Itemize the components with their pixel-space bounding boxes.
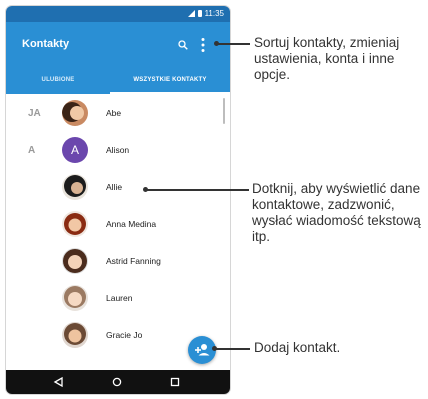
callout-add: Dodaj kontakt.: [254, 340, 341, 355]
battery-icon: [197, 10, 202, 17]
callout-line-add: [214, 348, 250, 350]
signal-icon: [187, 10, 195, 17]
page-title: Kontakty: [22, 38, 70, 50]
contact-row[interactable]: Astrid Fanning: [6, 243, 230, 279]
contact-list[interactable]: JA A Abe A Alison Allie Anna Medina Astr…: [6, 94, 230, 370]
tab-favorites[interactable]: ULUBIONE: [6, 66, 110, 94]
search-icon[interactable]: [178, 40, 188, 50]
avatar: [62, 322, 88, 348]
contact-row[interactable]: A Alison: [6, 132, 230, 168]
status-time: 11:35: [204, 9, 224, 18]
callout-menu: Sortuj kontakty, zmieniaj ustawienia, ko…: [254, 35, 400, 82]
scrollbar[interactable]: [223, 98, 225, 124]
home-icon[interactable]: [110, 375, 124, 389]
contact-name: Anna Medina: [106, 219, 157, 229]
phone-screen: 11:35 Kontakty ULUBIONE WSZYSTKIE KONTAK…: [6, 6, 230, 394]
contact-row[interactable]: Abe: [6, 95, 230, 131]
recent-apps-icon[interactable]: [168, 375, 182, 389]
contact-row[interactable]: Lauren: [6, 280, 230, 316]
avatar: [62, 211, 88, 237]
contact-row[interactable]: Allie: [6, 169, 230, 205]
status-bar: 11:35: [6, 6, 230, 22]
contact-name: Abe: [106, 108, 122, 118]
contact-name: Alison: [106, 145, 130, 155]
back-icon[interactable]: [52, 375, 66, 389]
tab-bar: ULUBIONE WSZYSTKIE KONTAKTY: [6, 66, 230, 94]
avatar: [62, 248, 88, 274]
callout-line-menu: [216, 43, 250, 45]
contact-name: Allie: [106, 182, 123, 192]
contact-name: Astrid Fanning: [106, 256, 161, 266]
more-options-icon[interactable]: [200, 37, 206, 53]
app-bar: Kontakty: [6, 22, 230, 66]
avatar: [62, 174, 88, 200]
navigation-bar: [6, 370, 230, 394]
tab-all-contacts[interactable]: WSZYSTKIE KONTAKTY: [110, 66, 230, 94]
avatar: A: [62, 137, 88, 163]
callout-line-contact: [145, 189, 249, 191]
contact-name: Lauren: [106, 293, 133, 303]
contact-row[interactable]: Anna Medina: [6, 206, 230, 242]
contact-name: Gracie Jo: [106, 330, 143, 340]
callout-contact: Dotknij, aby wyświetlić dane kontaktowe,…: [252, 181, 421, 244]
avatar: [62, 285, 88, 311]
avatar: [62, 100, 88, 126]
